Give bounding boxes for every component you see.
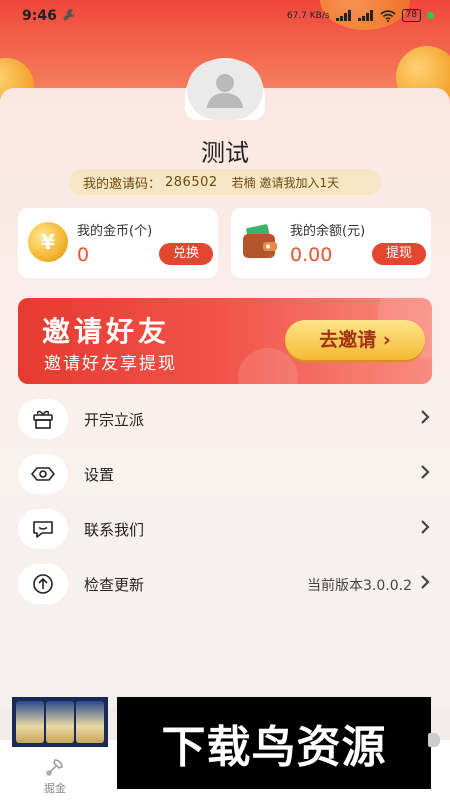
ad-text: 下载鸟资源 xyxy=(161,722,387,773)
ad-product-image xyxy=(16,701,44,743)
dig-icon[interactable] xyxy=(44,756,66,778)
menu-item-settings[interactable]: 设置 xyxy=(18,454,432,498)
status-right: 67.7 KB/s 78 xyxy=(287,9,434,22)
wrench-icon xyxy=(63,9,75,21)
status-time: 9:46 xyxy=(22,8,57,24)
go-invite-button[interactable]: 去邀请 › xyxy=(285,320,425,360)
eye-icon xyxy=(18,454,68,494)
withdraw-button[interactable]: 提现 xyxy=(372,243,426,265)
wallet-icon xyxy=(243,224,277,258)
ad-product-image xyxy=(76,701,104,743)
banner-decoration xyxy=(238,348,298,384)
menu-label: 检查更新 xyxy=(84,576,145,594)
balance-value: 0.00 xyxy=(290,244,333,266)
invite-banner[interactable]: 邀请好友 邀请好友享提现 去邀请 › xyxy=(18,298,432,384)
menu-label: 联系我们 xyxy=(84,521,145,539)
ad-product-image xyxy=(46,701,74,743)
chat-icon xyxy=(18,509,68,549)
menu-item-contact[interactable]: 联系我们 xyxy=(18,509,432,553)
invite-label: 我的邀请码： xyxy=(83,176,162,192)
banner-title: 邀请好友 xyxy=(42,315,171,348)
status-bar: 9:46 67.7 KB/s 78 xyxy=(0,0,450,34)
balance-title: 我的余额(元) xyxy=(290,224,366,239)
chevron-right-icon xyxy=(421,520,430,534)
signal-icon-2 xyxy=(357,10,373,21)
coin-icon: ¥ xyxy=(28,222,68,262)
coins-value: 0 xyxy=(77,244,90,266)
coins-card: ¥ 我的金币(个) 0 兑换 xyxy=(18,208,218,278)
tab-label[interactable]: 掘金 xyxy=(44,780,66,796)
invited-by: 若楠 邀请我加入1天 xyxy=(231,175,340,190)
battery-icon: 78 xyxy=(401,9,421,22)
net-speed: 67.7 KB/s xyxy=(286,10,330,21)
menu-item-sect[interactable]: 开宗立派 xyxy=(18,399,432,443)
signal-icon xyxy=(335,10,351,21)
version-text: 当前版本3.0.0.2 xyxy=(307,578,412,594)
menu-label: 设置 xyxy=(84,466,115,484)
ad-close-handle[interactable] xyxy=(428,733,440,747)
status-dot xyxy=(427,12,434,19)
ad-thumbnail[interactable] xyxy=(12,697,108,747)
menu-label: 开宗立派 xyxy=(84,411,145,429)
exchange-button[interactable]: 兑换 xyxy=(159,243,213,265)
chevron-right-icon xyxy=(421,465,430,479)
banner-subtitle: 邀请好友享提现 xyxy=(44,354,177,374)
wifi-icon xyxy=(379,9,396,22)
user-icon xyxy=(207,74,243,108)
gift-icon xyxy=(18,399,68,439)
invite-code: 286502 xyxy=(165,174,218,190)
user-name: 测试 xyxy=(201,139,249,167)
invite-code-row[interactable]: 我的邀请码： 286502 若楠 邀请我加入1天 xyxy=(69,169,381,195)
balance-card: 我的余额(元) 0.00 提现 xyxy=(231,208,431,278)
coins-title: 我的金币(个) xyxy=(77,224,153,239)
chevron-right-icon xyxy=(421,575,430,589)
ad-banner[interactable]: 下载鸟资源 xyxy=(117,697,431,789)
chevron-right-icon xyxy=(421,410,430,424)
upload-icon xyxy=(18,564,68,604)
avatar[interactable] xyxy=(187,60,263,120)
menu-item-check-update[interactable]: 检查更新 当前版本3.0.0.2 xyxy=(18,564,432,608)
